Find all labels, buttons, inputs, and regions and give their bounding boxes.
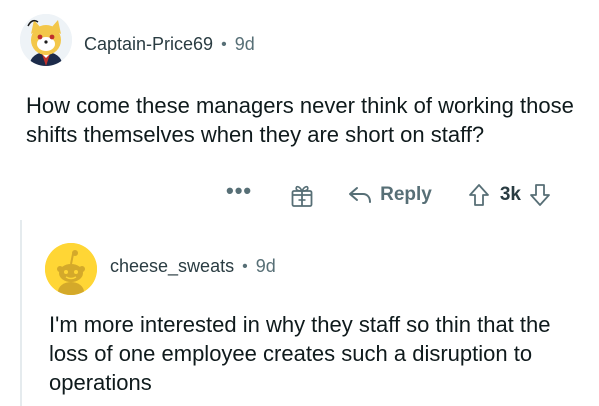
downvote-button[interactable] xyxy=(529,183,551,207)
reply-arrow-icon xyxy=(349,187,372,203)
username-link[interactable]: Captain-Price69 xyxy=(84,34,213,55)
avatar[interactable] xyxy=(20,14,72,66)
meta-separator: • xyxy=(221,35,227,53)
downvote-arrow-icon xyxy=(530,184,550,206)
comment-body: How come these managers never think of w… xyxy=(26,93,574,147)
comment-age: 9d xyxy=(255,256,276,276)
reply-button[interactable]: Reply xyxy=(348,184,432,206)
username-link[interactable]: cheese_sweats xyxy=(110,256,234,277)
vote-count: 3k xyxy=(499,184,521,205)
more-options-button[interactable]: ••• xyxy=(226,180,252,204)
avatar[interactable] xyxy=(45,243,97,295)
meta-separator: • xyxy=(242,257,248,275)
snoo-avatar-icon xyxy=(45,243,97,295)
upvote-arrow-icon xyxy=(468,184,489,206)
award-button[interactable] xyxy=(290,182,314,208)
upvote-button[interactable] xyxy=(468,183,490,207)
award-gift-icon xyxy=(291,185,313,207)
user-avatar-icon xyxy=(20,14,72,66)
comment-age: 9d xyxy=(234,34,255,54)
comment-meta: Captain-Price69 • 9d xyxy=(84,34,255,55)
comment-actions: ••• Reply 3k xyxy=(226,180,551,210)
comment-body: I'm more interested in why they staff so… xyxy=(49,312,551,395)
thread-line[interactable] xyxy=(20,220,22,406)
reply-label: Reply xyxy=(380,184,432,205)
comment-meta: cheese_sweats • 9d xyxy=(110,256,276,277)
